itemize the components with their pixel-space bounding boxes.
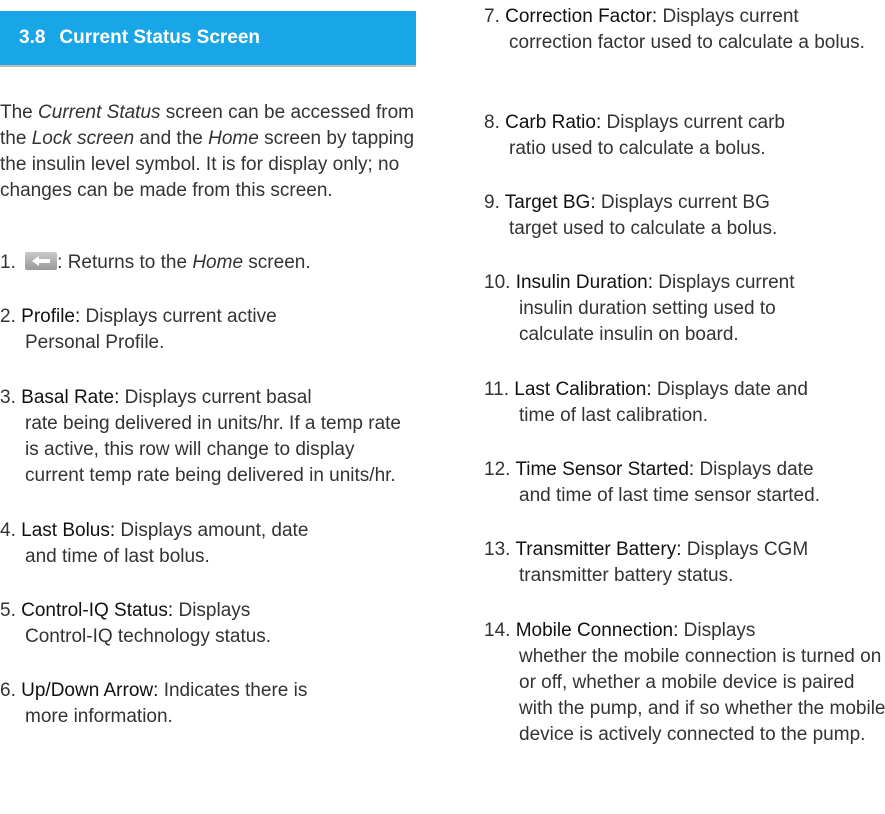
item-term: Carb Ratio:: [505, 112, 602, 133]
item-description: Displays current: [657, 6, 799, 27]
item-description: time of last calibration.: [519, 405, 709, 426]
intro-paragraph: The Current Status screen can be accesse…: [0, 100, 420, 204]
item-term: Last Calibration:: [514, 379, 652, 400]
item-term: Target BG:: [504, 192, 596, 213]
header-divider: [0, 65, 416, 67]
list-item-5: 5. Control-IQ Status: Displays Control-I…: [0, 598, 420, 650]
item-number: 3.: [0, 387, 16, 408]
item-term: Mobile Connection:: [515, 620, 679, 641]
item-term: Time Sensor Started:: [515, 459, 695, 480]
intro-text: and the: [134, 128, 209, 149]
list-item-1: 1. : Returns to the Home screen.: [0, 250, 420, 276]
item-number: 14.: [484, 620, 511, 641]
item-number: 10.: [484, 272, 511, 293]
item-description: Displays amount, date: [115, 520, 309, 541]
item-term: Control-IQ Status:: [21, 600, 174, 621]
item-term: Transmitter Battery:: [515, 539, 682, 560]
item-description: Displays: [173, 600, 251, 621]
section-title: Current Status Screen: [59, 27, 261, 48]
item-term: Profile:: [21, 306, 81, 327]
item-number: 4.: [0, 520, 16, 541]
item-description: Displays current basal: [119, 387, 312, 408]
item-description: whether the mobile connection is turned …: [519, 646, 885, 745]
item-description: Displays date: [694, 459, 814, 480]
list-item-6: 6. Up/Down Arrow: Indicates there is mor…: [0, 678, 420, 730]
list-item-2: 2. Profile: Displays current active Pers…: [0, 304, 420, 356]
item-description: Personal Profile.: [25, 332, 165, 353]
item-description: and time of last time sensor started.: [519, 485, 820, 506]
item-description: Indicates there is: [158, 680, 308, 701]
intro-emphasis: Home: [208, 128, 259, 149]
item-description: Displays current BG: [595, 192, 770, 213]
item-description: target used to calculate a bolus.: [509, 218, 778, 239]
section-header: 3.8 Current Status Screen: [0, 11, 416, 65]
intro-emphasis: Lock screen: [31, 128, 135, 149]
item-description: screen.: [243, 252, 311, 273]
item-number: 6.: [0, 680, 16, 701]
item-description: Displays current: [653, 272, 795, 293]
list-item-3: 3. Basal Rate: Displays current basal ra…: [0, 385, 420, 489]
item-description: Control-IQ technology status.: [25, 626, 272, 647]
item-description: Displays date and: [651, 379, 808, 400]
item-number: 5.: [0, 600, 16, 621]
item-number: 12.: [484, 459, 511, 480]
list-item-12: 12. Time Sensor Started: Displays date a…: [484, 457, 884, 509]
item-description: more information.: [25, 706, 173, 727]
list-item-14: 14. Mobile Connection: Displays whether …: [484, 618, 885, 748]
item-term: Basal Rate:: [21, 387, 120, 408]
item-number: 9.: [484, 192, 500, 213]
item-number: 2.: [0, 306, 16, 327]
item-description: rate being delivered in units/hr. If a t…: [25, 413, 401, 486]
item-description: Displays: [678, 620, 756, 641]
back-arrow-icon: [25, 252, 58, 270]
item-number: 13.: [484, 539, 511, 560]
item-term: Insulin Duration:: [515, 272, 653, 293]
item-emphasis: Home: [192, 252, 244, 273]
item-term: Up/Down Arrow:: [21, 680, 159, 701]
intro-text: The: [0, 102, 39, 123]
intro-emphasis: Current Status: [38, 102, 161, 123]
item-description: Displays current active: [80, 306, 277, 327]
item-description: and time of last bolus.: [25, 546, 210, 567]
section-number: 3.8: [19, 27, 46, 48]
item-term: Correction Factor:: [505, 6, 658, 27]
list-item-7: 7. Correction Factor: Displays current c…: [484, 4, 884, 56]
list-item-8: 8. Carb Ratio: Displays current carb rat…: [484, 110, 884, 162]
item-number: 11.: [484, 379, 510, 400]
list-item-9: 9. Target BG: Displays current BG target…: [484, 190, 884, 242]
item-description: Displays current carb: [601, 112, 785, 133]
item-description: correction factor used to calculate a bo…: [509, 32, 865, 53]
item-description: transmitter battery status.: [519, 565, 734, 586]
list-item-11: 11. Last Calibration: Displays date and …: [484, 377, 884, 429]
list-item-13: 13. Transmitter Battery: Displays CGM tr…: [484, 537, 884, 589]
item-description: insulin duration setting used to calcula…: [519, 298, 776, 345]
item-description: Displays CGM: [681, 539, 809, 560]
item-number: 7.: [484, 6, 500, 27]
list-item-10: 10. Insulin Duration: Displays current i…: [484, 270, 884, 348]
item-description: : Returns to the: [57, 252, 193, 273]
item-description: ratio used to calculate a bolus.: [509, 138, 766, 159]
list-item-4: 4. Last Bolus: Displays amount, date and…: [0, 518, 420, 570]
item-term: Last Bolus:: [21, 520, 116, 541]
item-number: 1.: [0, 252, 16, 273]
item-number: 8.: [484, 112, 500, 133]
